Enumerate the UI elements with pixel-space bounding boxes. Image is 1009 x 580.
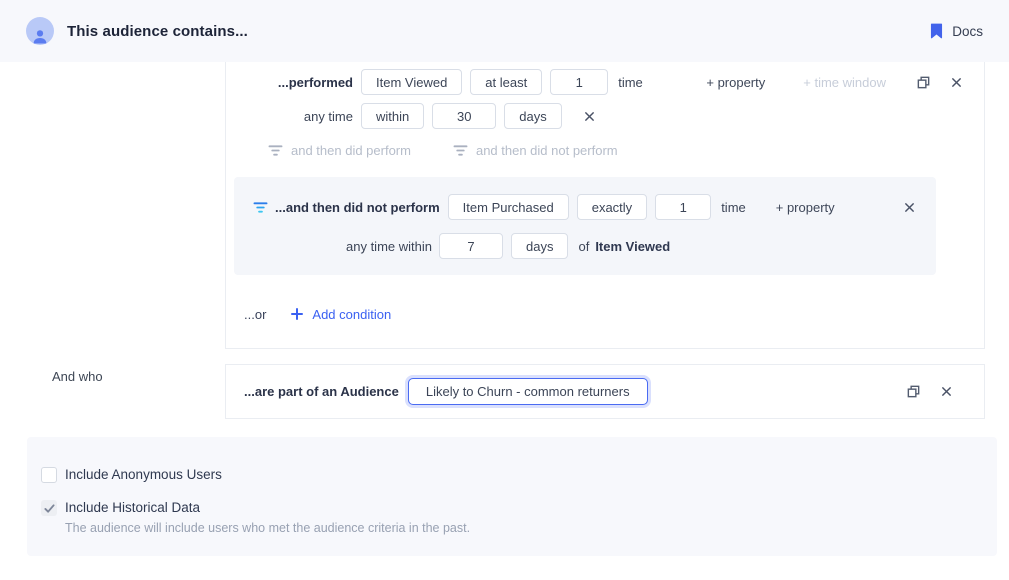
sub-event-select[interactable]: Item Purchased (448, 194, 569, 220)
duplicate-audience-condition-button[interactable] (906, 384, 921, 399)
window-unit-select[interactable]: days (504, 103, 561, 129)
duplicate-condition-button[interactable] (916, 75, 931, 90)
remove-audience-condition-button[interactable] (941, 386, 952, 397)
then-did-perform-label: and then did perform (291, 143, 411, 158)
add-time-window-link: + time window (803, 75, 886, 90)
anonymous-users-option: Include Anonymous Users (41, 467, 997, 483)
add-condition-label: Add condition (312, 307, 391, 322)
duplicate-icon (916, 75, 931, 90)
then-did-not-perform-label: and then did not perform (476, 143, 618, 158)
sub-condition-label: ...and then did not perform (275, 200, 440, 215)
anonymous-users-label: Include Anonymous Users (65, 467, 222, 483)
close-icon (904, 202, 915, 213)
historical-data-checkbox[interactable] (41, 500, 57, 516)
remove-time-window-button[interactable] (584, 111, 595, 122)
bookmark-icon (930, 23, 943, 39)
audience-select[interactable]: Likely to Churn - common returners (408, 378, 648, 405)
and-who-label: And who (52, 369, 103, 384)
sequence-options-row: and then did perform and then did not pe… (268, 140, 984, 160)
historical-data-description: The audience will include users who met … (65, 521, 470, 535)
sub-window-label: any time within (346, 239, 431, 254)
filter-icon-active (253, 201, 268, 214)
remove-sub-condition-button[interactable] (904, 202, 915, 213)
or-label: ...or (244, 307, 266, 322)
of-label: of (578, 239, 589, 254)
frequency-count-input[interactable] (550, 69, 608, 95)
anonymous-users-checkbox[interactable] (41, 467, 57, 483)
performed-label: ...performed (248, 75, 353, 90)
sub-window-value-input[interactable] (439, 233, 503, 259)
sub-count-input[interactable] (655, 194, 711, 220)
condition-group-card: ...performed Item Viewed at least time +… (225, 62, 985, 349)
audience-header: This audience contains... Docs (0, 0, 1009, 62)
check-icon (44, 503, 55, 514)
audience-condition-label: ...are part of an Audience (244, 384, 399, 399)
filter-icon (268, 144, 283, 157)
audience-condition-card: ...are part of an Audience Likely to Chu… (225, 364, 985, 419)
person-icon (31, 27, 49, 45)
close-icon (941, 386, 952, 397)
time-unit-label: time (618, 75, 643, 90)
sub-condition-card: ...and then did not perform Item Purchas… (234, 177, 936, 275)
docs-link[interactable]: Docs (930, 23, 983, 39)
filter-icon (453, 144, 468, 157)
frequency-operator-select[interactable]: at least (470, 69, 542, 95)
sub-operator-select[interactable]: exactly (577, 194, 647, 220)
sub-time-window-row: any time within days of Item Viewed (234, 232, 936, 260)
row-actions: + property + time window (706, 75, 962, 90)
sub-reference-event: Item Viewed (595, 239, 670, 254)
sub-add-property-link[interactable]: + property (776, 200, 835, 215)
docs-label: Docs (952, 24, 983, 39)
close-icon (584, 111, 595, 122)
sub-time-unit-label: time (721, 200, 746, 215)
sub-condition-row: ...and then did not perform Item Purchas… (234, 193, 936, 221)
historical-data-label: Include Historical Data (65, 500, 470, 516)
event-select[interactable]: Item Viewed (361, 69, 462, 95)
avatar (26, 17, 54, 45)
add-then-did-not-perform[interactable]: and then did not perform (453, 143, 618, 158)
sub-window-unit-select[interactable]: days (511, 233, 568, 259)
historical-data-option: Include Historical Data The audience wil… (41, 500, 997, 535)
any-time-label: any time (248, 109, 353, 124)
performed-row: ...performed Item Viewed at least time +… (248, 67, 962, 97)
remove-condition-button[interactable] (951, 77, 962, 88)
window-operator-select[interactable]: within (361, 103, 424, 129)
page-title: This audience contains... (67, 23, 248, 40)
plus-icon (291, 308, 303, 320)
add-property-link[interactable]: + property (706, 75, 765, 90)
close-icon (951, 77, 962, 88)
add-condition-button[interactable]: Add condition (291, 307, 391, 322)
audience-row: ...are part of an Audience Likely to Chu… (226, 365, 984, 418)
add-then-did-perform[interactable]: and then did perform (268, 143, 411, 158)
or-row: ...or Add condition (244, 304, 984, 324)
options-panel: Include Anonymous Users Include Historic… (27, 437, 997, 556)
window-value-input[interactable] (432, 103, 496, 129)
time-window-row: any time within days (248, 101, 962, 131)
duplicate-icon (906, 384, 921, 399)
